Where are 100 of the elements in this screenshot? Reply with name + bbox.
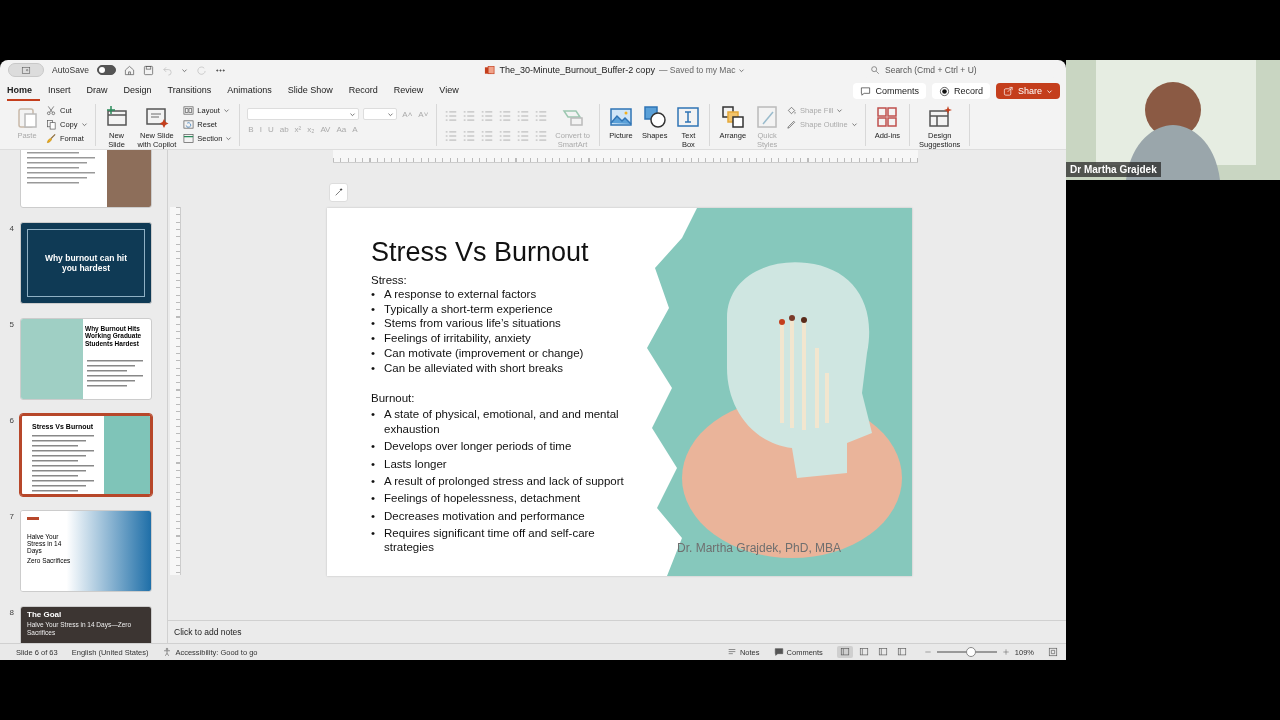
- ribbon-tab[interactable]: Animations: [227, 81, 280, 101]
- bullet-text: Lasts longer: [384, 456, 447, 471]
- slide-sparkle-icon: [144, 105, 169, 129]
- ribbon-tab[interactable]: Design: [123, 81, 160, 101]
- search-icon: [870, 65, 880, 75]
- bullet-text: A result of prolonged stress and lack of support: [384, 473, 624, 489]
- text-lines-drawing: [87, 359, 143, 389]
- ribbon-tab[interactable]: Record: [348, 81, 386, 101]
- file-name: The_30-Minute_Burnout_Buffer-2 copy: [499, 65, 655, 75]
- save-status[interactable]: — Saved to my Mac: [658, 65, 746, 75]
- bullet-text: Stems from various life’s situations: [384, 316, 561, 331]
- fit-to-window-icon[interactable]: [1048, 647, 1058, 657]
- save-icon[interactable]: [142, 64, 154, 76]
- bullet-marker: •: [371, 316, 376, 331]
- comment-icon: [860, 85, 872, 97]
- bullet-marker: •: [371, 301, 376, 316]
- bullet-marker: •: [371, 508, 376, 524]
- notes-icon: [726, 647, 737, 657]
- search-field[interactable]: Search (Cmd + Ctrl + U): [885, 65, 1035, 75]
- sidebar-icon: [21, 65, 31, 75]
- bullet-marker: •: [371, 456, 376, 471]
- new-slide-icon: [104, 105, 129, 129]
- bullet-text: Develops over longer periods of time: [384, 439, 572, 454]
- scissors-icon: [46, 104, 57, 116]
- layout-icon: [183, 104, 195, 116]
- bullet-marker: •: [371, 526, 376, 542]
- bullet-text: Feelings of hopelessness, detachment: [384, 491, 581, 506]
- slide-thumbnail[interactable]: Why burnout can hit you hardest: [20, 222, 152, 304]
- slide-number: 6: [8, 415, 14, 425]
- copy-icon: [46, 118, 57, 130]
- add-ins-icon: [875, 105, 900, 129]
- section-heading: Burnout:: [371, 392, 416, 405]
- bullet-text: Typically a short-term experience: [384, 301, 553, 316]
- slide-title: Why burnout can hit you hardest: [27, 229, 145, 297]
- normal-view-icon: [839, 647, 850, 657]
- accent-bar: [27, 517, 39, 520]
- bullet-marker: •: [371, 346, 376, 361]
- arrange-icon: [720, 105, 745, 129]
- share-icon: [1002, 85, 1014, 97]
- pen-icon: [786, 118, 798, 130]
- view-button[interactable]: [836, 646, 853, 658]
- slide-number: 8: [8, 607, 14, 617]
- bullet-list-icon: [444, 109, 459, 123]
- autosave-label: AutoSave: [52, 65, 89, 75]
- bullet-text: Can be alleviated with short breaks: [384, 361, 564, 376]
- slide-thumbnail[interactable]: [20, 150, 152, 208]
- bullet-marker: •: [371, 331, 376, 346]
- bullet-text: Requires significant time off and self-care strategies: [384, 526, 596, 555]
- quick-styles-icon: [755, 105, 780, 129]
- ribbon-tab[interactable]: Transitions: [167, 81, 220, 101]
- bullet-text: A response to external factors: [384, 286, 537, 302]
- slide-title: Stress Vs Burnout: [371, 237, 590, 268]
- brush-icon: [46, 132, 57, 144]
- picture-icon: [608, 105, 633, 129]
- presentation-file-icon: [484, 64, 496, 76]
- slide-number: 5: [8, 319, 14, 329]
- text-box-icon: [676, 105, 701, 129]
- bullet-marker: •: [371, 439, 376, 454]
- share-button[interactable]: Share: [995, 83, 1060, 99]
- participant-name: Dr Martha Grajdek: [1066, 162, 1161, 177]
- designer-button[interactable]: [329, 182, 348, 202]
- comment-icon: [773, 647, 784, 657]
- section-icon: [183, 132, 195, 144]
- design-suggestions-icon: [927, 105, 952, 129]
- ribbon-tab[interactable]: Review: [393, 81, 432, 101]
- paint-bucket-icon: [786, 104, 798, 116]
- magic-wand-icon: [333, 187, 344, 197]
- bullet-marker: •: [371, 491, 376, 506]
- zoom-in-icon[interactable]: [1001, 648, 1010, 656]
- bullet-text: Decreases motivation and performance: [384, 508, 585, 524]
- bullet-text: Can motivate (improvement or change): [384, 346, 584, 361]
- home-icon[interactable]: [123, 64, 135, 76]
- ribbon-tab[interactable]: Draw: [86, 81, 116, 101]
- font-name-field[interactable]: [247, 108, 360, 120]
- bullet-marker: •: [371, 473, 376, 489]
- bullet-text: Feelings of irritability, anxiety: [384, 331, 531, 346]
- slide-number: 4: [8, 223, 14, 233]
- ribbon-tab[interactable]: Home: [7, 81, 40, 101]
- sidebar-toggle-button[interactable]: [8, 63, 44, 77]
- bullet-text: A state of physical, emotional, and and mental exhaustion: [384, 407, 620, 437]
- ribbon-tab[interactable]: Slide Show: [287, 81, 341, 101]
- comments-button[interactable]: Comments: [853, 83, 926, 99]
- photo-placeholder: [107, 150, 151, 207]
- footer-text: Dr. Martha Grajdek, PhD, MBA: [677, 540, 842, 556]
- shapes-icon: [642, 105, 667, 129]
- font-size-field[interactable]: [363, 108, 398, 120]
- record-button[interactable]: Record: [931, 83, 990, 99]
- bullet-marker: •: [371, 286, 376, 302]
- section-heading: Stress:: [371, 274, 408, 287]
- slide-title: The Goal: [27, 610, 62, 619]
- accessibility-icon: [162, 647, 173, 657]
- text-lines-drawing: [32, 434, 94, 494]
- text-lines-drawing: [27, 150, 95, 186]
- ribbon-tab[interactable]: View: [439, 81, 467, 101]
- record-icon: [938, 85, 950, 97]
- bullet-marker: •: [371, 361, 376, 376]
- clipboard-icon: [15, 105, 39, 129]
- bullet-marker: •: [371, 407, 376, 423]
- ribbon-tab[interactable]: Insert: [48, 81, 79, 101]
- slide-number: 7: [8, 511, 14, 521]
